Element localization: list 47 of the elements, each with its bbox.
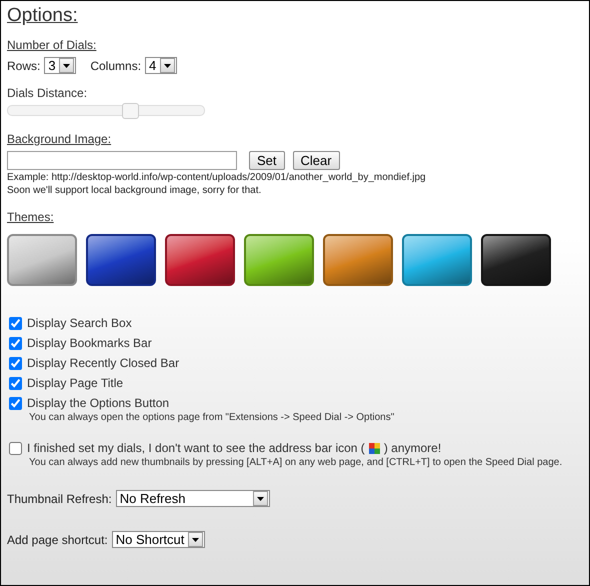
- theme-swatch[interactable]: [165, 234, 235, 286]
- checkbox[interactable]: [9, 316, 22, 330]
- checkbox[interactable]: [9, 396, 22, 410]
- rows-select[interactable]: 3: [44, 57, 76, 74]
- checkbox-label: ) anymore!: [384, 441, 442, 455]
- hint-text: You can always open the options page from "Extensions -> Speed Dial -> Options": [29, 412, 396, 423]
- distance-slider[interactable]: [7, 105, 205, 116]
- slider-thumb[interactable]: [122, 103, 139, 119]
- caret-icon: [160, 58, 176, 73]
- section-heading: Number of Dials:: [7, 38, 98, 52]
- checkbox-label: Display Search Box: [27, 316, 132, 330]
- section-heading: Themes:: [7, 210, 55, 224]
- grid-icon: [368, 442, 380, 454]
- section-heading: Background Image:: [7, 132, 112, 146]
- caret-icon: [252, 491, 268, 506]
- dropdown[interactable]: No Refresh: [116, 490, 270, 507]
- set-button[interactable]: Set: [249, 151, 285, 170]
- checkbox-label: I finished set my dials, I don't want to see the address bar icon (: [27, 441, 365, 455]
- image-url-field[interactable]: [7, 151, 237, 170]
- checkbox[interactable]: [9, 376, 22, 390]
- checkbox-label: Display Page Title: [27, 376, 124, 390]
- theme-swatch[interactable]: [323, 234, 393, 286]
- checkbox[interactable]: [9, 356, 22, 370]
- checkbox-label: Display Bookmarks Bar: [27, 336, 152, 350]
- caret-icon: [188, 532, 203, 547]
- clear-button[interactable]: Clear: [292, 151, 340, 170]
- rows-label: Rows:: [7, 58, 40, 72]
- select-label: Add page shortcut:: [7, 532, 108, 546]
- theme-swatch[interactable]: [86, 234, 156, 286]
- theme-swatch[interactable]: [244, 234, 314, 286]
- note-text: Soon we'll support local background image, sorry for that.: [7, 185, 262, 196]
- columns-label: Columns:: [90, 58, 142, 72]
- checkbox-label: Display the Options Button: [27, 396, 170, 410]
- columns-select[interactable]: 4: [145, 57, 178, 74]
- checkbox-label: Display Recently Closed Bar: [27, 356, 180, 370]
- dropdown[interactable]: No Shortcut: [112, 531, 205, 548]
- hint-text: You can always add new thumbnails by pressing [ALT+A] on any web page, and [CTRL+T] to open the Speed Dial page.: [29, 457, 564, 468]
- note-text: Example: http://desktop-world.info/wp-content/uploads/2009/01/another_world_by_mondief.jpg: [7, 172, 427, 183]
- slider-label: Dials Distance:: [7, 86, 88, 100]
- theme-swatch[interactable]: [402, 234, 472, 286]
- theme-swatch[interactable]: [7, 234, 77, 286]
- page-title: Options:: [7, 5, 79, 27]
- caret-icon: [59, 58, 74, 73]
- checkbox[interactable]: [9, 336, 22, 350]
- select-label: Thumbnail Refresh:: [7, 492, 112, 506]
- theme-swatch[interactable]: [481, 234, 551, 286]
- checkbox[interactable]: [9, 442, 22, 454]
